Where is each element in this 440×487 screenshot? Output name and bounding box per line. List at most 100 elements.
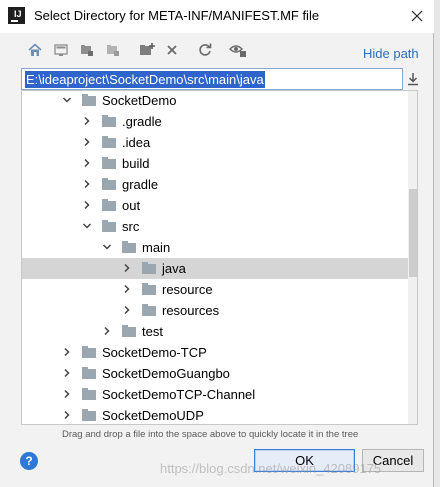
tree-item-label: .gradle (122, 114, 162, 129)
folder-icon (82, 367, 96, 379)
app-icon-letter: IJ (14, 9, 22, 19)
module-button[interactable] (78, 41, 96, 59)
tree-item-label: gradle (122, 177, 159, 192)
path-history-button[interactable] (405, 70, 421, 88)
tree-item[interactable]: build (22, 153, 408, 174)
chevron-right-icon[interactable] (122, 305, 132, 315)
folder-icon (122, 241, 136, 253)
tree-item-label: resources (162, 303, 220, 318)
new-folder-button[interactable] (138, 41, 156, 59)
tree-item[interactable]: java (22, 258, 408, 279)
tree-item-label: java (162, 261, 186, 276)
tree-item-label: SocketDemo-TCP (102, 345, 207, 360)
chevron-right-icon[interactable] (62, 368, 72, 378)
title-bar: IJ Select Directory for META-INF/MANIFES… (0, 0, 434, 33)
tree-item[interactable]: SocketDemoGuangbo (22, 363, 408, 384)
tree-item-label: src (122, 219, 140, 234)
chevron-right-icon[interactable] (82, 137, 92, 147)
chevron-right-icon[interactable] (62, 410, 72, 420)
folder-icon (82, 94, 96, 106)
toolbar: Hide path (0, 33, 434, 65)
chevron-down-icon[interactable] (102, 242, 112, 252)
tree-item-label: main (142, 240, 171, 255)
folder-icon (102, 178, 116, 190)
tree-item[interactable]: test (22, 321, 408, 342)
tree-item-label: SocketDemoGuangbo (102, 366, 230, 381)
tree-item[interactable]: main (22, 237, 408, 258)
folder-icon (142, 283, 156, 295)
home-button[interactable] (26, 41, 44, 59)
drag-drop-hint: Drag and drop a file into the space abov… (62, 429, 359, 440)
tree-item[interactable]: SocketDemo-TCP (22, 342, 408, 363)
module-icon (81, 45, 93, 56)
folder-icon (82, 409, 96, 421)
help-button[interactable]: ? (20, 452, 38, 470)
hide-path-link[interactable]: Hide path (363, 46, 419, 61)
background-window-strip (434, 0, 440, 487)
folder-icon (142, 262, 156, 274)
dialog-title: Select Directory for META-INF/MANIFEST.M… (34, 8, 320, 23)
tree-item[interactable]: resource (22, 279, 408, 300)
show-hidden-button[interactable] (229, 41, 247, 59)
tree-item[interactable]: SocketDemoTCP-Channel (22, 384, 408, 405)
chevron-right-icon[interactable] (122, 284, 132, 294)
tree-item-label: SocketDemo (102, 93, 177, 108)
desktop-button[interactable] (52, 41, 70, 59)
tree-item-label: test (142, 324, 163, 339)
tree-item-label: build (122, 156, 150, 171)
path-input-value: E:\ideaproject\SocketDemo\src\main\java (25, 71, 265, 88)
close-button[interactable] (400, 0, 434, 32)
tree-item[interactable]: src (22, 216, 408, 237)
project-button[interactable] (104, 41, 122, 59)
chevron-right-icon[interactable] (102, 326, 112, 336)
dialog-window: IJ Select Directory for META-INF/MANIFES… (0, 0, 434, 487)
tree-item-label: SocketDemoTCP-Channel (102, 387, 256, 402)
chevron-down-icon[interactable] (82, 221, 92, 231)
tree-item[interactable]: .gradle (22, 111, 408, 132)
chevron-right-icon[interactable] (82, 158, 92, 168)
folder-icon (142, 304, 156, 316)
chevron-right-icon[interactable] (122, 263, 132, 273)
delete-button[interactable] (163, 41, 181, 59)
folder-icon (102, 220, 116, 232)
download-icon (408, 73, 418, 86)
home-icon (28, 43, 42, 56)
tree-item[interactable]: resources (22, 300, 408, 321)
folder-icon (102, 115, 116, 127)
tree-item-label: .idea (122, 135, 151, 150)
show-hidden-icon (229, 45, 246, 57)
tree-item[interactable]: SocketDemoUDP (22, 405, 408, 424)
folder-icon (122, 325, 136, 337)
chevron-down-icon[interactable] (62, 95, 72, 105)
tree-item-label: out (122, 198, 141, 213)
chevron-right-icon[interactable] (82, 116, 92, 126)
chevron-right-icon[interactable] (62, 347, 72, 357)
tree-scrollbar[interactable] (408, 91, 417, 424)
chevron-right-icon[interactable] (62, 389, 72, 399)
folder-icon (82, 388, 96, 400)
tree-item-label: SocketDemoUDP (102, 408, 204, 423)
tree-item[interactable]: SocketDemo (22, 91, 408, 111)
folder-icon (102, 157, 116, 169)
refresh-button[interactable] (196, 41, 214, 59)
chevron-right-icon[interactable] (82, 200, 92, 210)
path-input[interactable]: E:\ideaproject\SocketDemo\src\main\java (21, 68, 403, 90)
scrollbar-thumb[interactable] (409, 189, 417, 277)
intellij-logo-icon: IJ (8, 7, 25, 24)
project-icon (107, 45, 119, 56)
desktop-icon (54, 44, 68, 56)
watermark-text: https://blog.csdn.net/weixin_42089175 (160, 461, 382, 476)
directory-tree[interactable]: SocketDemoUDP SocketDemoTCP-Channel Socket… (21, 90, 418, 425)
delete-icon (167, 45, 177, 55)
folder-icon (82, 346, 96, 358)
tree-item[interactable]: out (22, 195, 408, 216)
tree-item-label: resource (162, 282, 213, 297)
chevron-right-icon[interactable] (82, 179, 92, 189)
folder-icon (102, 199, 116, 211)
tree-item[interactable]: .idea (22, 132, 408, 153)
folder-icon (102, 136, 116, 148)
refresh-icon (199, 43, 212, 56)
close-icon (411, 10, 423, 22)
new-folder-icon (140, 43, 155, 55)
tree-item[interactable]: gradle (22, 174, 408, 195)
